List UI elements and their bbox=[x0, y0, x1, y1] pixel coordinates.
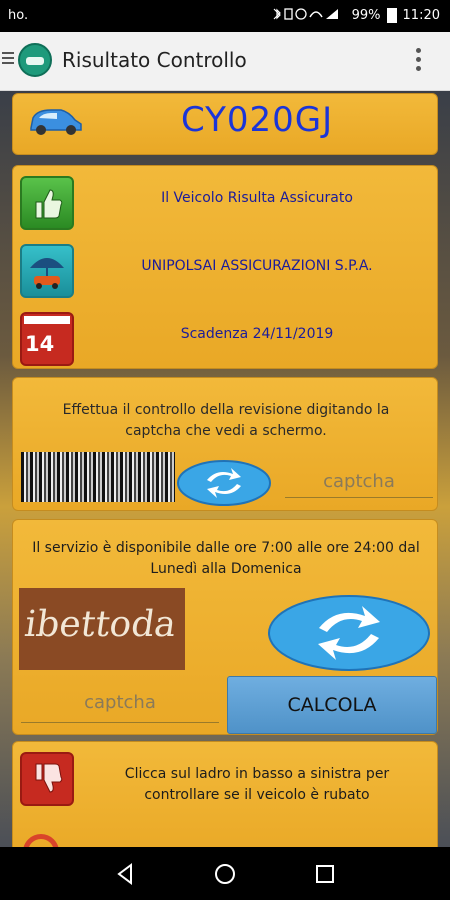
calcola-button[interactable]: CALCOLA bbox=[227, 676, 437, 734]
car-icon bbox=[30, 109, 82, 135]
revision-captcha-image bbox=[21, 452, 175, 502]
service-captcha-input[interactable]: captcha bbox=[21, 692, 219, 723]
carrier-name: ho. bbox=[8, 8, 29, 23]
revision-message: Effettua il controllo della revisione di… bbox=[62, 402, 390, 439]
captcha-text: ibettoda bbox=[22, 604, 179, 645]
status-right: 99% 11:20 bbox=[272, 7, 440, 24]
insurer-name: UNIPOLSAI ASSICURAZIONI S.P.A. bbox=[141, 258, 373, 274]
status-icons bbox=[272, 7, 346, 24]
calendar-day: 14 bbox=[25, 332, 55, 356]
main-content[interactable]: CY020GJ Il Veicolo Risulta Assicurato UN… bbox=[0, 91, 450, 847]
insurance-status: Il Veicolo Risulta Assicurato bbox=[161, 190, 353, 206]
insurance-info-card: Il Veicolo Risulta Assicurato UNIPOLSAI … bbox=[12, 165, 438, 369]
battery-level: 99% bbox=[351, 8, 381, 23]
system-nav-bar bbox=[0, 847, 450, 900]
recents-button-icon[interactable] bbox=[310, 859, 340, 889]
page-title: Risultato Controllo bbox=[62, 48, 247, 72]
refresh-captcha-button[interactable] bbox=[177, 460, 271, 506]
battery-icon bbox=[386, 8, 397, 23]
umbrella-car-icon bbox=[20, 244, 74, 298]
expiry-date: Scadenza 24/11/2019 bbox=[180, 326, 334, 342]
status-bar: ho. 99% 11:20 bbox=[0, 0, 450, 32]
service-captcha-image: ibettoda bbox=[19, 588, 185, 670]
thumbs-down-icon bbox=[20, 752, 74, 806]
calendar-icon: 14 bbox=[20, 312, 74, 366]
app-bar: Risultato Controllo bbox=[0, 32, 450, 91]
back-button-icon[interactable] bbox=[111, 859, 141, 889]
service-card: Il servizio è disponibile dalle ore 7:00… bbox=[12, 519, 438, 735]
home-button-icon[interactable] bbox=[210, 859, 240, 889]
revision-captcha-input[interactable]: captcha bbox=[285, 471, 433, 498]
plate-number: CY020GJ bbox=[181, 100, 334, 140]
hamburger-menu-icon[interactable] bbox=[2, 52, 14, 67]
plate-card: CY020GJ bbox=[12, 93, 438, 155]
service-message: Il servizio è disponibile dalle ore 7:00… bbox=[32, 540, 420, 577]
more-vertical-icon[interactable] bbox=[416, 48, 422, 75]
theft-card: Clicca sul ladro in basso a sinistra per… bbox=[12, 741, 438, 847]
revision-card: Effettua il controllo della revisione di… bbox=[12, 377, 438, 511]
thief-icon[interactable] bbox=[23, 834, 59, 847]
thumbs-up-icon bbox=[20, 176, 74, 230]
refresh-captcha-large-button[interactable] bbox=[267, 594, 431, 672]
clock: 11:20 bbox=[402, 8, 440, 23]
theft-message: Clicca sul ladro in basso a sinistra per… bbox=[124, 766, 390, 803]
app-logo-icon bbox=[18, 43, 52, 77]
